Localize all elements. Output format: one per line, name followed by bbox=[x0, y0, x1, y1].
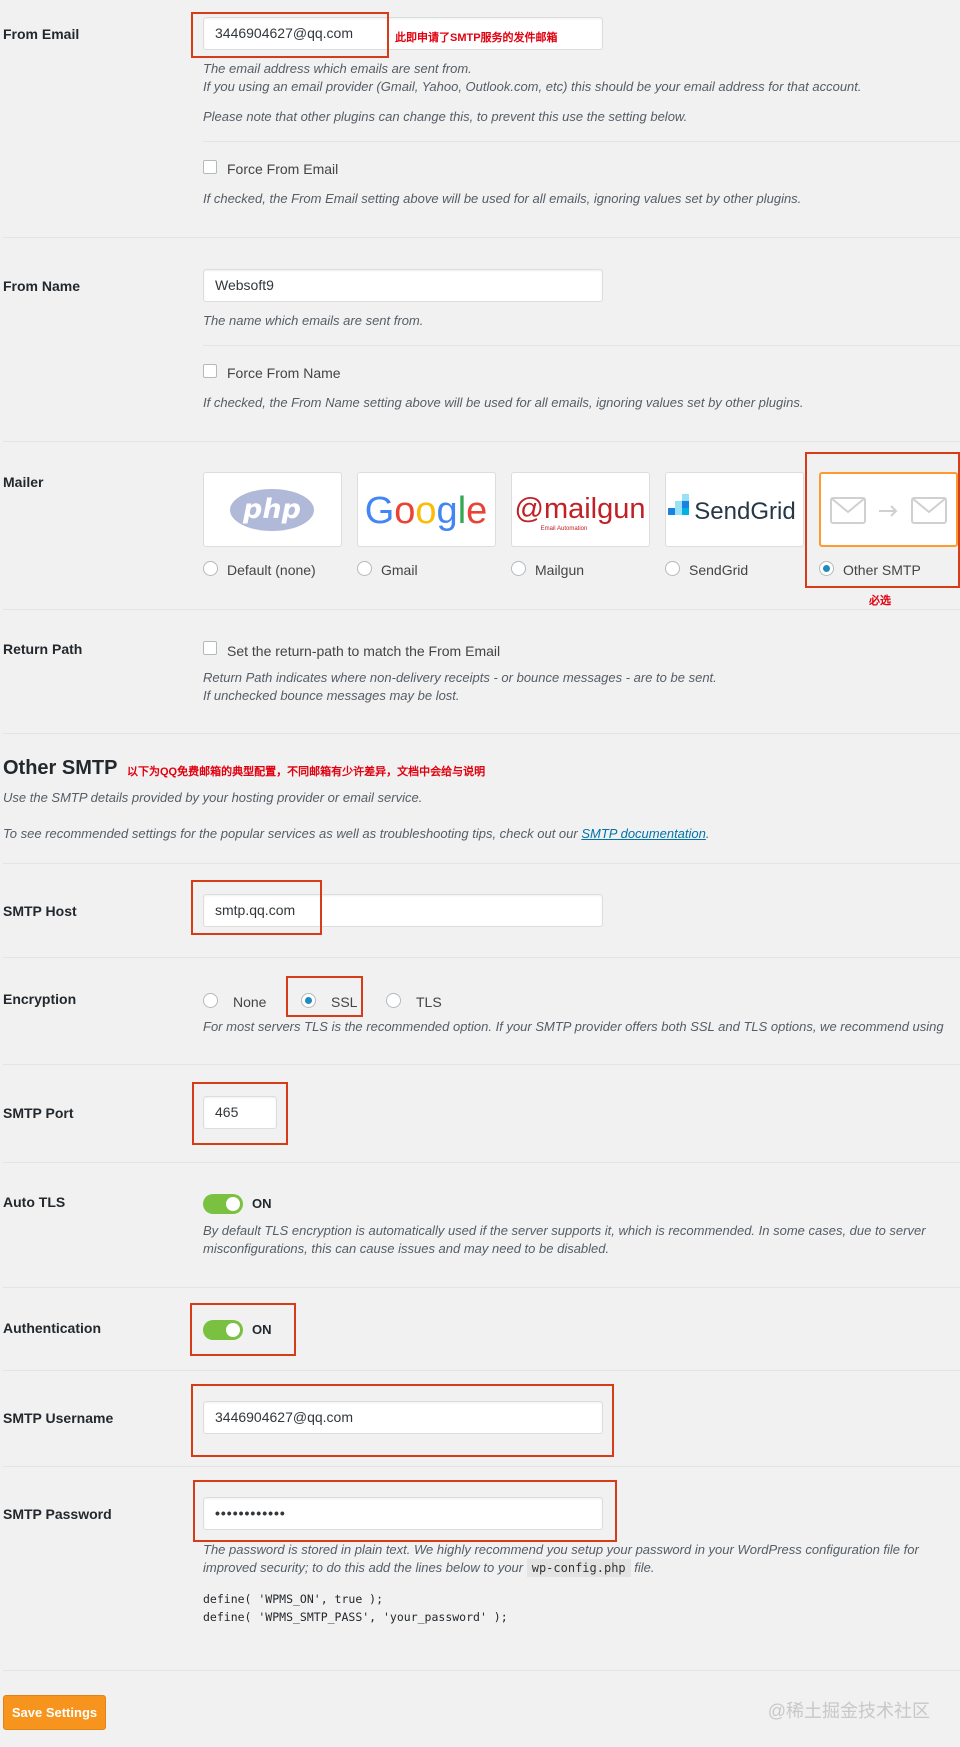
other-smtp-desc-2: To see recommended settings for the popu… bbox=[3, 825, 710, 843]
from-name-label: From Name bbox=[3, 278, 81, 294]
encryption-radio-tls[interactable] bbox=[386, 993, 401, 1008]
code-line-2: define( 'WPMS_SMTP_PASS', 'your_password… bbox=[203, 1610, 508, 1624]
highlight-ssl bbox=[286, 976, 363, 1017]
mailer-card-mailgun[interactable]: @mailgun Email Automation bbox=[511, 472, 650, 547]
mailer-option-label: Mailgun bbox=[535, 562, 585, 578]
highlight-smtp-username bbox=[191, 1384, 614, 1457]
encryption-option-label: TLS bbox=[416, 994, 442, 1010]
smtp-password-label: SMTP Password bbox=[3, 1506, 112, 1522]
return-path-checkbox[interactable] bbox=[203, 641, 217, 655]
annotation-from-email: 此即申请了SMTP服务的发件邮箱 bbox=[395, 32, 558, 44]
highlight-other-smtp bbox=[805, 452, 960, 588]
section-divider bbox=[3, 1466, 960, 1467]
wp-config-code: wp-config.php bbox=[526, 1559, 631, 1577]
force-from-name-checkbox[interactable] bbox=[203, 364, 217, 378]
section-divider bbox=[3, 957, 960, 958]
return-path-desc-2: If unchecked bounce messages may be lost… bbox=[203, 688, 460, 703]
other-smtp-heading: Other SMTP bbox=[3, 757, 118, 779]
auto-tls-label: Auto TLS bbox=[3, 1194, 66, 1210]
section-divider bbox=[3, 1370, 960, 1371]
annotation-required: 必选 bbox=[869, 595, 891, 607]
section-divider bbox=[3, 1064, 960, 1065]
encryption-desc: For most servers TLS is the recommended … bbox=[203, 1019, 944, 1034]
auto-tls-toggle[interactable] bbox=[203, 1194, 243, 1214]
section-divider bbox=[3, 441, 960, 442]
svg-text:Email Automation: Email Automation bbox=[541, 526, 588, 532]
divider bbox=[203, 141, 960, 142]
php-logo-icon: php bbox=[230, 489, 314, 531]
smtp-documentation-link[interactable]: SMTP documentation bbox=[581, 826, 706, 841]
authentication-label: Authentication bbox=[3, 1320, 101, 1336]
smtp-password-desc-2: improved security; to do this add the li… bbox=[203, 1559, 655, 1577]
highlight-authentication bbox=[190, 1303, 296, 1356]
smtp-port-label: SMTP Port bbox=[3, 1105, 74, 1121]
mailer-option-label: SendGrid bbox=[689, 562, 749, 578]
mailer-card-google[interactable]: Google bbox=[357, 472, 496, 547]
mailer-radio-gmail[interactable] bbox=[357, 561, 372, 576]
smtp-username-label: SMTP Username bbox=[3, 1410, 114, 1426]
section-divider bbox=[3, 609, 960, 610]
mailer-radio-default[interactable] bbox=[203, 561, 218, 576]
svg-text:Google: Google bbox=[365, 490, 488, 532]
from-name-input[interactable]: Websoft9 bbox=[203, 269, 603, 302]
annotation-qq-config: 以下为QQ免费邮箱的典型配置，不同邮箱有少许差异，文档中会给与说明 bbox=[127, 766, 486, 778]
other-smtp-desc-2-text: To see recommended settings for the popu… bbox=[3, 826, 582, 841]
google-logo-icon: Google bbox=[365, 490, 488, 532]
other-smtp-desc-2-suffix: . bbox=[705, 826, 710, 841]
return-path-label: Return Path bbox=[3, 641, 83, 657]
encryption-option-label: None bbox=[233, 994, 267, 1010]
section-divider bbox=[3, 1287, 960, 1288]
from-email-desc-3: Please note that other plugins can chang… bbox=[203, 109, 688, 124]
from-name-desc: The name which emails are sent from. bbox=[203, 313, 424, 328]
section-divider bbox=[3, 733, 960, 734]
auto-tls-desc-2: misconfigurations, this can cause issues… bbox=[203, 1241, 610, 1256]
return-path-desc-1: Return Path indicates where non-delivery… bbox=[203, 670, 717, 685]
section-divider bbox=[3, 1670, 960, 1671]
force-from-name-desc: If checked, the From Name setting above … bbox=[203, 395, 804, 410]
force-from-email-checkbox[interactable] bbox=[203, 160, 217, 174]
svg-text:php: php bbox=[242, 494, 301, 525]
code-line-1: define( 'WPMS_ON', true ); bbox=[203, 1592, 384, 1606]
mailer-card-sendgrid[interactable]: SendGrid bbox=[665, 472, 804, 547]
mailer-label: Mailer bbox=[3, 474, 44, 490]
sendgrid-logo-icon: SendGrid bbox=[668, 494, 796, 525]
from-email-desc-1: The email address which emails are sent … bbox=[203, 61, 472, 76]
section-divider bbox=[3, 1162, 960, 1163]
section-divider bbox=[3, 237, 960, 238]
from-email-desc-2: If you using an email provider (Gmail, Y… bbox=[203, 79, 862, 94]
highlight-smtp-port bbox=[192, 1082, 288, 1145]
save-settings-button[interactable]: Save Settings bbox=[3, 1695, 106, 1730]
svg-text:SendGrid: SendGrid bbox=[694, 498, 795, 525]
mailer-card-php[interactable]: php bbox=[203, 472, 342, 547]
smtp-host-label: SMTP Host bbox=[3, 903, 77, 919]
auto-tls-desc-1: By default TLS encryption is automatical… bbox=[203, 1223, 926, 1238]
watermark: @稀土掘金技术社区 bbox=[767, 1701, 930, 1721]
mailer-option-label: Default (none) bbox=[227, 562, 316, 578]
force-from-name-label: Force From Name bbox=[227, 365, 341, 381]
smtp-password-desc-1: The password is stored in plain text. We… bbox=[203, 1542, 919, 1557]
svg-text:@mailgun: @mailgun bbox=[515, 493, 646, 525]
encryption-radio-none[interactable] bbox=[203, 993, 218, 1008]
mailgun-logo-icon: @mailgun Email Automation bbox=[515, 493, 646, 532]
smtp-password-desc-2-text: improved security; to do this add the li… bbox=[203, 1560, 527, 1575]
highlight-from-email bbox=[191, 12, 389, 58]
force-from-email-desc: If checked, the From Email setting above… bbox=[203, 191, 802, 206]
highlight-smtp-host bbox=[191, 880, 322, 935]
mailer-radio-mailgun[interactable] bbox=[511, 561, 526, 576]
return-path-checkbox-label: Set the return-path to match the From Em… bbox=[227, 643, 501, 659]
section-divider bbox=[3, 863, 960, 864]
encryption-label: Encryption bbox=[3, 991, 77, 1007]
force-from-email-label: Force From Email bbox=[227, 161, 339, 177]
mailer-option-label: Gmail bbox=[381, 562, 418, 578]
mailer-radio-sendgrid[interactable] bbox=[665, 561, 680, 576]
auto-tls-state: ON bbox=[252, 1196, 272, 1211]
highlight-smtp-password bbox=[193, 1480, 617, 1542]
other-smtp-desc-1: Use the SMTP details provided by your ho… bbox=[3, 790, 423, 805]
from-email-label: From Email bbox=[3, 26, 80, 42]
smtp-password-desc-2-suffix: file. bbox=[630, 1560, 655, 1575]
divider bbox=[203, 345, 960, 346]
